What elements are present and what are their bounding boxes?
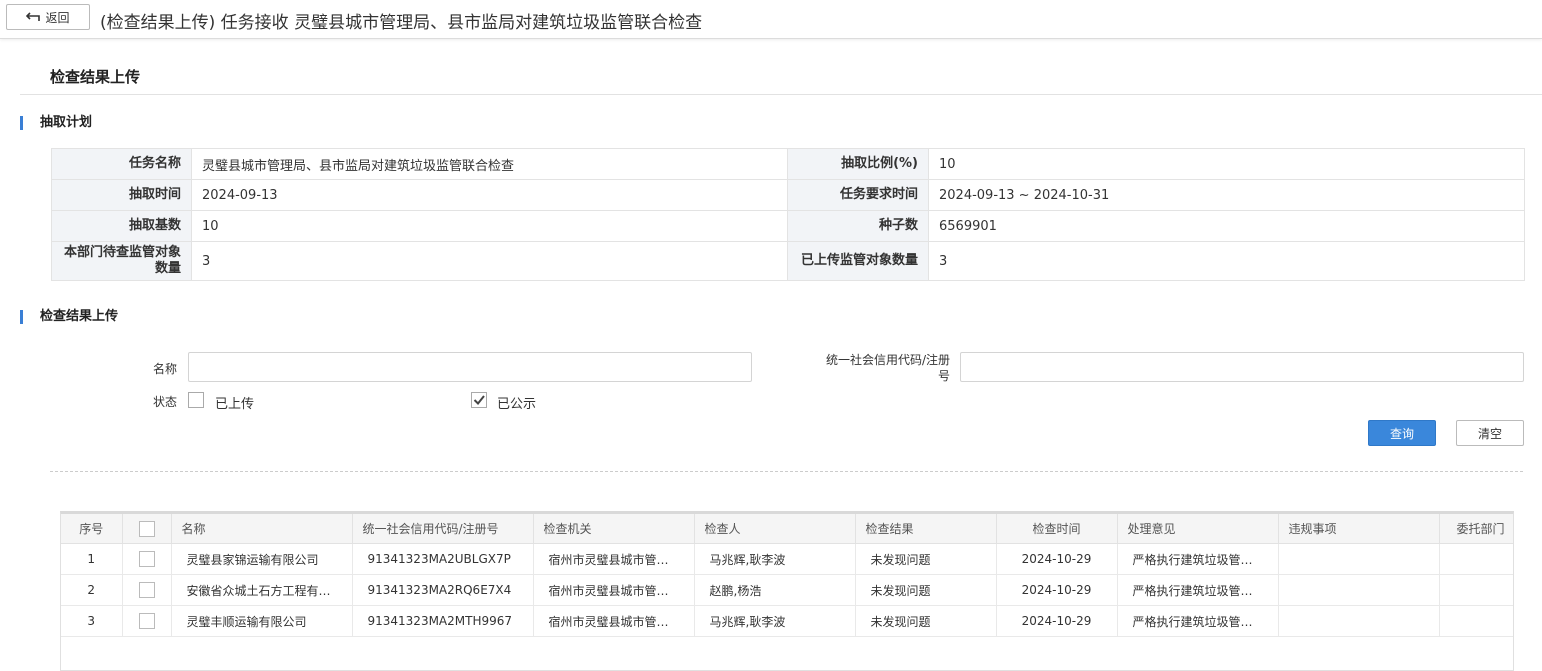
column-header-inspector: 检查人	[694, 514, 856, 544]
extraction-base-label: 抽取基数	[51, 210, 192, 242]
table-row[interactable]: 1 灵璧县家锦运输有限公司 91341323MA2UBLGX7P 宿州市灵璧县城市管理…	[61, 543, 1513, 575]
name-label: 名称	[153, 362, 178, 376]
extraction-ratio-label: 抽取比例(%)	[787, 148, 929, 180]
cell-inspection-agency: 宿州市灵璧县城市管理局	[533, 543, 695, 575]
cell-credit-code: 91341323MA2RQ6E7X4	[352, 574, 534, 606]
cell-handling-opinion: 严格执行建筑垃圾管理规定	[1117, 543, 1279, 575]
cell-violation	[1278, 543, 1440, 575]
required-time-label: 任务要求时间	[787, 179, 929, 211]
published-checkbox[interactable]	[471, 392, 487, 408]
query-button[interactable]: 查询	[1368, 420, 1436, 446]
extraction-time-value: 2024-09-13	[191, 179, 788, 211]
uploaded-checkbox-label: 已上传	[215, 397, 255, 412]
cell-inspection-time: 2024-10-29	[996, 543, 1118, 575]
uploaded-count-label: 已上传监管对象数量	[787, 241, 929, 281]
cell-inspection-agency: 宿州市灵璧县城市管理局	[533, 574, 695, 606]
section-title: 检查结果上传	[50, 68, 141, 86]
back-button-label: 返回	[45, 10, 70, 25]
column-header-inspection-time: 检查时间	[996, 514, 1118, 544]
row-checkbox[interactable]	[138, 582, 155, 598]
top-bar: 返回 (检查结果上传) 任务接收 灵璧县城市管理局、县市监局对建筑垃圾监管联合检…	[0, 0, 1542, 39]
pending-count-value: 3	[191, 241, 788, 281]
dashed-divider	[50, 471, 1523, 472]
plan-heading: 抽取计划	[20, 116, 92, 130]
extraction-time-label: 抽取时间	[51, 179, 192, 211]
plan-row: 抽取时间 2024-09-13 任务要求时间 2024-09-13 ~ 2024-10…	[51, 179, 1525, 211]
cell-entrusted-dept	[1439, 543, 1513, 575]
seed-number-value: 6569901	[928, 210, 1525, 242]
published-checkbox-label: 已公示	[497, 397, 537, 412]
cell-violation	[1278, 605, 1440, 637]
cell-name: 安徽省众城土石方工程有限公司	[171, 574, 353, 606]
plan-info-table: 任务名称 灵璧县城市管理局、县市监局对建筑垃圾监管联合检查 抽取比例(%) 10 抽取时…	[51, 148, 1525, 281]
task-name-label: 任务名称	[51, 148, 192, 180]
row-checkbox[interactable]	[138, 613, 155, 629]
cell-inspection-result: 未发现问题	[855, 605, 997, 637]
column-header-inspection-result: 检查结果	[855, 514, 997, 544]
cell-violation	[1278, 574, 1440, 606]
required-time-value: 2024-09-13 ~ 2024-10-31	[928, 179, 1525, 211]
row-checkbox[interactable]	[138, 551, 155, 567]
back-button[interactable]: 返回	[6, 4, 90, 30]
cell-index: 2	[61, 574, 123, 606]
column-header-index: 序号	[61, 514, 123, 544]
cell-handling-opinion: 严格执行建筑垃圾管理规定	[1117, 574, 1279, 606]
clear-button[interactable]: 清空	[1456, 420, 1524, 446]
results-grid: 序号 名称 统一社会信用代码/注册号 检查机关 检查人 检查结果 检查时间 处理意见 违规事项委…	[60, 511, 1514, 671]
extraction-ratio-value: 10	[928, 148, 1525, 180]
cell-handling-opinion: 严格执行建筑垃圾管理规定	[1117, 605, 1279, 637]
credit-code-input[interactable]	[960, 352, 1524, 382]
section-divider	[20, 94, 1542, 95]
upload-heading: 检查结果上传	[20, 310, 118, 324]
cell-name: 灵璧丰顺运输有限公司	[171, 605, 353, 637]
plan-row: 本部门待查监管对象数量 3 已上传监管对象数量 3	[51, 241, 1525, 281]
column-header-handling-opinion: 处理意见	[1117, 514, 1279, 544]
cell-inspection-agency: 宿州市灵璧县城市管理局	[533, 605, 695, 637]
cell-entrusted-dept	[1439, 605, 1513, 637]
cell-inspection-time: 2024-10-29	[996, 574, 1118, 606]
extraction-base-value: 10	[191, 210, 788, 242]
cell-credit-code: 91341323MA2MTH9967	[352, 605, 534, 637]
column-header-entrusted-dept: 委托部门	[1439, 514, 1513, 544]
cell-inspector: 马兆辉,耿李波	[694, 543, 856, 575]
cell-index: 1	[61, 543, 123, 575]
table-row[interactable]: 2 安徽省众城土石方工程有限公司 91341323MA2RQ6E7X4 宿州市灵璧县城…	[61, 574, 1513, 606]
cell-inspection-result: 未发现问题	[855, 543, 997, 575]
uploaded-checkbox[interactable]	[188, 392, 204, 408]
column-header-credit-code: 统一社会信用代码/注册号	[352, 514, 534, 544]
pending-count-label: 本部门待查监管对象数量	[51, 241, 192, 281]
column-header-select	[122, 514, 172, 544]
plan-row: 任务名称 灵璧县城市管理局、县市监局对建筑垃圾监管联合检查 抽取比例(%) 10	[51, 148, 1525, 180]
task-name-value: 灵璧县城市管理局、县市监局对建筑垃圾监管联合检查	[191, 148, 788, 180]
seed-number-label: 种子数	[787, 210, 929, 242]
page-title: (检查结果上传) 任务接收 灵璧县城市管理局、县市监局对建筑垃圾监管联合检查	[100, 13, 703, 33]
cell-inspector: 赵鹏,杨浩	[694, 574, 856, 606]
column-header-violation: 违规事项	[1278, 514, 1440, 544]
credit-code-label: 统一社会信用代码/注册号	[825, 353, 950, 383]
cell-select	[122, 543, 172, 575]
uploaded-count-value: 3	[928, 241, 1525, 281]
cell-name: 灵璧县家锦运输有限公司	[171, 543, 353, 575]
cell-inspector: 马兆辉,耿李波	[694, 605, 856, 637]
cell-index: 3	[61, 605, 123, 637]
column-header-name: 名称	[171, 514, 353, 544]
checkmark-icon	[473, 395, 485, 405]
cell-credit-code: 91341323MA2UBLGX7P	[352, 543, 534, 575]
cell-inspection-result: 未发现问题	[855, 574, 997, 606]
select-all-checkbox[interactable]	[138, 520, 155, 537]
column-header-inspection-agency: 检查机关	[533, 514, 695, 544]
table-row[interactable]: 3 灵璧丰顺运输有限公司 91341323MA2MTH9967 宿州市灵璧县城市管理局…	[61, 605, 1513, 637]
return-arrow-icon	[26, 12, 41, 21]
cell-entrusted-dept	[1439, 574, 1513, 606]
cell-inspection-time: 2024-10-29	[996, 605, 1118, 637]
cell-select	[122, 574, 172, 606]
name-input[interactable]	[188, 352, 752, 382]
cell-select	[122, 605, 172, 637]
status-label: 状态	[153, 395, 178, 409]
plan-row: 抽取基数 10 种子数 6569901	[51, 210, 1525, 242]
